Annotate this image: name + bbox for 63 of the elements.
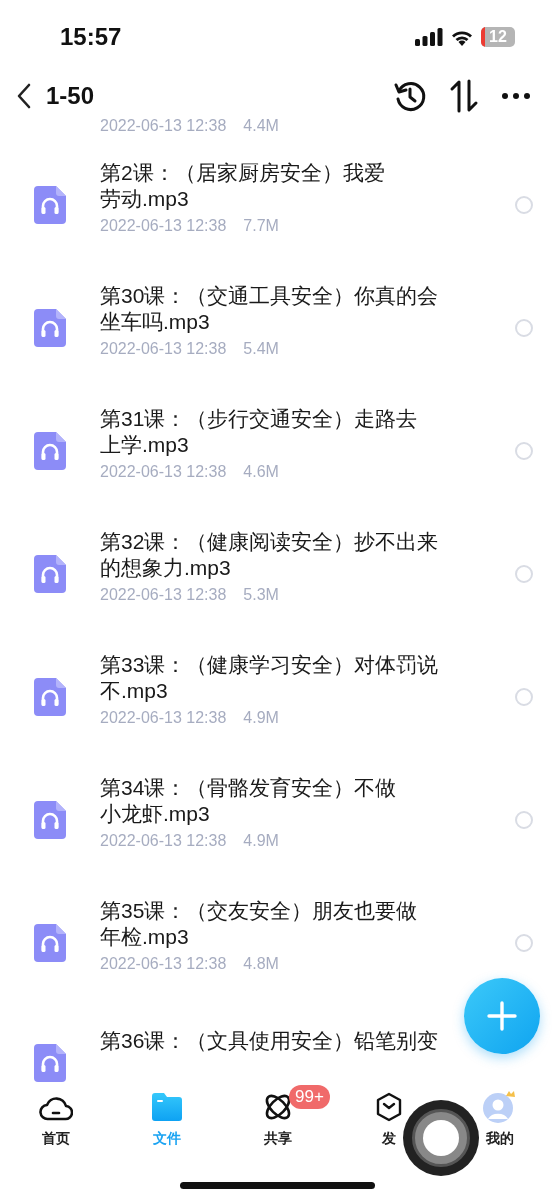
file-row[interactable]: 第31课：（步行交通安全）走路去 上学.mp3 2022-06-13 12:38 4.6M (0, 383, 555, 506)
cube-icon (374, 1090, 403, 1124)
file-date: 2022-06-13 12:38 (100, 585, 227, 605)
history-icon[interactable] (393, 79, 427, 113)
select-circle[interactable] (515, 441, 533, 460)
file-date: 2022-06-13 12:38 (100, 954, 227, 974)
select-circle[interactable] (515, 810, 533, 829)
file-date: 2022-06-13 12:38 (100, 462, 227, 482)
select-circle[interactable] (515, 933, 533, 952)
file-row[interactable]: 第2课：（居家厨房安全）我爱 劳动.mp3 2022-06-13 12:38 7.7M (0, 137, 555, 260)
file-date: 2022-06-13 12:38 (100, 118, 227, 136)
audio-file-icon (34, 800, 66, 839)
file-row[interactable]: 第34课：（骨骼发育安全）不做 小龙虾.mp3 2022-06-13 12:38 4.9M (0, 752, 555, 875)
select-circle[interactable] (515, 318, 533, 337)
file-name: 第32课：（健康阅读安全）抄不出来 的想象力.mp3 (100, 529, 440, 581)
file-size: 7.7M (243, 216, 279, 236)
file-row[interactable]: 第35课：（交友安全）朋友也要做 年检.mp3 2022-06-13 12:38 4.8M (0, 875, 555, 998)
file-date: 2022-06-13 12:38 (100, 831, 227, 851)
more-icon[interactable] (501, 92, 531, 100)
file-date: 2022-06-13 12:38 (100, 339, 227, 359)
file-row[interactable]: 第30课：（交通工具安全）你真的会 坐车吗.mp3 2022-06-13 12:38 5.4M (0, 260, 555, 383)
file-size: 5.4M (243, 339, 279, 359)
file-date: 2022-06-13 12:38 (100, 216, 227, 236)
file-size: 4.9M (243, 831, 279, 851)
count-badge: 99+ (289, 1085, 330, 1109)
avatar-icon (481, 1090, 518, 1124)
file-name: 第35课：（交友安全）朋友也要做 年检.mp3 (100, 898, 419, 950)
file-name: 第33课：（健康学习安全）对体罚说 不.mp3 (100, 652, 440, 704)
file-name: 第34课：（骨骼发育安全）不做 小龙虾.mp3 (100, 775, 398, 827)
sort-icon[interactable] (449, 79, 479, 113)
file-size: 4.9M (243, 708, 279, 728)
folder-title: 1-50 (46, 82, 95, 110)
file-size: 4.4M (243, 118, 279, 136)
audio-file-icon (34, 185, 66, 224)
select-circle[interactable] (515, 564, 533, 583)
nav-tab[interactable]: 我的 (481, 1082, 518, 1148)
audio-file-icon (34, 923, 66, 962)
file-name: 第31课：（步行交通安全）走路去 上学.mp3 (100, 406, 419, 458)
file-name: 第36课：（文具使用安全）铅笔别变 (100, 1028, 440, 1054)
file-size: 5.3M (243, 585, 279, 605)
file-row[interactable]: 第36课：（文具使用安全）铅笔别变 (0, 998, 555, 1082)
file-size: 4.6M (243, 462, 279, 482)
select-circle[interactable] (515, 195, 533, 214)
audio-file-icon (34, 308, 66, 347)
folder-icon (151, 1090, 182, 1124)
file-size: 4.8M (243, 954, 279, 974)
nav-tab[interactable]: 发 (374, 1082, 403, 1148)
select-circle[interactable] (515, 687, 533, 706)
plus-icon (486, 1000, 518, 1032)
nav-tab[interactable]: 首页 (38, 1082, 73, 1148)
status-time: 15:57 (60, 23, 122, 51)
file-name: 第30课：（交通工具安全）你真的会 坐车吗.mp3 (100, 283, 440, 335)
battery-icon: 12 (481, 27, 515, 47)
audio-file-icon (34, 431, 66, 470)
add-button[interactable] (464, 978, 540, 1054)
file-row[interactable]: 第32课：（健康阅读安全）抄不出来 的想象力.mp3 2022-06-13 12:38 5.3M (0, 506, 555, 629)
file-date: 2022-06-13 12:38 (100, 708, 227, 728)
audio-file-icon (34, 677, 66, 716)
audio-file-icon (34, 554, 66, 593)
back-icon[interactable] (16, 83, 32, 109)
file-name: 第2课：（居家厨房安全）我爱 劳动.mp3 (100, 160, 386, 212)
signal-icon (415, 28, 443, 46)
file-row[interactable]: 第33课：（健康学习安全）对体罚说 不.mp3 2022-06-13 12:38 4.9M (0, 629, 555, 752)
